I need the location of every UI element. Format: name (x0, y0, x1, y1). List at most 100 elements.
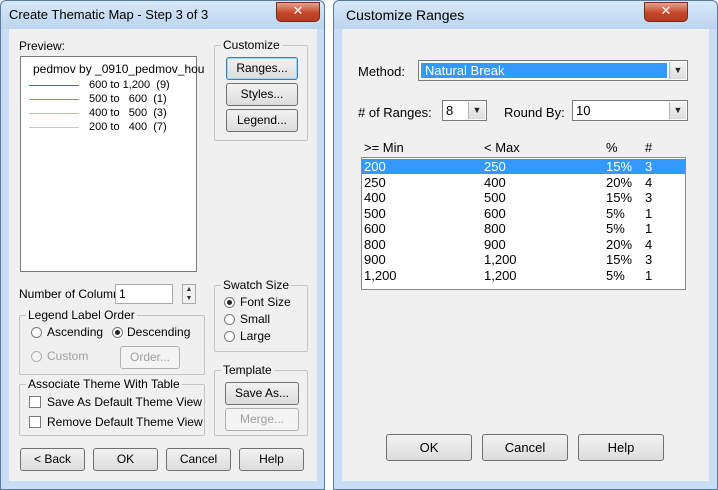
range-cell-count: 4 (645, 236, 653, 252)
range-cell-min: 900 (364, 252, 386, 267)
range-cell-count: 3 (645, 252, 653, 267)
num-ranges-combo[interactable]: 8 ▼ (442, 100, 487, 121)
legend-entry-label: 400 to 500 (3) (89, 107, 167, 119)
range-cell-max: 250 (484, 159, 506, 174)
large-radio[interactable] (224, 331, 235, 342)
range-cell-min: 400 (364, 190, 386, 205)
range-cell-pct: 20% (606, 174, 633, 190)
descending-radio[interactable] (112, 327, 123, 338)
spin-down-icon[interactable]: ▼ (183, 294, 195, 303)
range-row[interactable]: 200 250 15% 3 (362, 159, 685, 174)
preview-pane: pedmov by _0910_pedmov_hou 600 to 1,200 … (20, 56, 204, 272)
range-cell-pct: 5% (606, 205, 625, 221)
range-cell-max: 600 (484, 205, 506, 221)
chevron-down-icon[interactable]: ▼ (468, 102, 485, 119)
custom-label: Custom (47, 349, 89, 363)
method-combo[interactable]: Natural Break ▼ (418, 60, 688, 81)
dialog-title: Create Thematic Map - Step 3 of 3 (9, 7, 209, 22)
help-button[interactable]: Help (239, 448, 304, 471)
range-cell-count: 3 (645, 190, 653, 205)
cancel-button[interactable]: Cancel (166, 448, 231, 471)
round-by-combo[interactable]: 10 ▼ (572, 100, 688, 121)
small-radio[interactable] (224, 314, 235, 325)
columns-spinner[interactable]: ▲ ▼ (182, 284, 196, 304)
small-label: Small (240, 312, 271, 326)
range-row[interactable]: 600 800 5% 1 (362, 221, 685, 236)
range-cell-pct: 15% (606, 190, 633, 205)
range-cell-min: 200 (364, 159, 386, 174)
remove-default-label: Remove Default Theme View (47, 415, 203, 429)
range-row[interactable]: 900 1,200 15% 3 (362, 252, 685, 267)
dialog-body: Preview: pedmov by _0910_pedmov_hou 600 … (9, 29, 317, 481)
range-row[interactable]: 800 900 20% 4 (362, 237, 685, 252)
range-cell-count: 3 (645, 159, 653, 174)
range-row[interactable]: 1,200 1,200 5% 1 (362, 268, 685, 283)
legend-swatch-line (29, 85, 79, 86)
custom-radio[interactable] (31, 351, 42, 362)
save-default-checkbox[interactable] (29, 396, 41, 408)
chevron-down-icon[interactable]: ▼ (669, 62, 686, 79)
close-icon: ✕ (660, 4, 672, 19)
close-button[interactable]: ✕ (644, 2, 688, 22)
ok-button[interactable]: OK (93, 448, 158, 471)
ascending-radio[interactable] (31, 327, 42, 338)
chevron-down-icon[interactable]: ▼ (669, 102, 686, 119)
legend-entry-label: 200 to 400 (7) (89, 121, 167, 133)
title-bar: Customize Ranges ✕ (334, 1, 717, 29)
customize-group-title: Customize (221, 38, 282, 52)
order-button[interactable]: Order... (120, 346, 180, 369)
num-ranges-label: # of Ranges: (358, 105, 432, 120)
legend-swatch-line (29, 127, 79, 128)
range-cell-max: 500 (484, 190, 506, 205)
range-cell-pct: 15% (606, 159, 633, 174)
legend-swatch-line (29, 113, 79, 114)
swatch-size-title: Swatch Size (221, 278, 292, 292)
col-count-header: # (645, 140, 653, 155)
range-cell-min: 600 (364, 221, 386, 236)
range-row[interactable]: 500 600 5% 1 (362, 206, 685, 221)
save-as-button[interactable]: Save As... (225, 382, 299, 405)
ok-button[interactable]: OK (386, 434, 472, 461)
legend-button[interactable]: Legend... (226, 109, 298, 132)
col-pct-header: % (606, 140, 618, 155)
col-min-header: >= Min (364, 140, 404, 155)
customize-ranges-dialog: Customize Ranges ✕ Method: Natural Break… (333, 0, 718, 490)
remove-default-checkbox[interactable] (29, 416, 41, 428)
font-size-radio[interactable] (224, 297, 235, 308)
create-thematic-map-dialog: Create Thematic Map - Step 3 of 3 ✕ Prev… (0, 0, 325, 490)
range-cell-pct: 20% (606, 236, 633, 252)
columns-input[interactable]: 1 (115, 284, 173, 304)
round-by-value: 10 (576, 103, 591, 118)
range-cell-min: 800 (364, 236, 386, 252)
save-default-label: Save As Default Theme View (47, 395, 202, 409)
merge-button[interactable]: Merge... (225, 408, 299, 431)
round-by-label: Round By: (504, 105, 565, 120)
close-button[interactable]: ✕ (276, 2, 320, 22)
range-row[interactable]: 250 400 20% 4 (362, 175, 685, 190)
method-value: Natural Break (425, 63, 505, 78)
ranges-button[interactable]: Ranges... (226, 57, 298, 80)
range-row[interactable]: 400 500 15% 3 (362, 190, 685, 205)
range-cell-min: 250 (364, 174, 386, 190)
range-cell-min: 500 (364, 205, 386, 221)
title-bar: Create Thematic Map - Step 3 of 3 ✕ (1, 1, 324, 29)
back-button[interactable]: < Back (20, 448, 85, 471)
spin-up-icon[interactable]: ▲ (183, 285, 195, 294)
range-cell-max: 900 (484, 236, 506, 252)
ascending-label: Ascending (47, 325, 104, 339)
font-size-label: Font Size (240, 295, 291, 309)
template-title: Template (221, 363, 274, 377)
ranges-list[interactable]: 200 250 15% 3 250 400 20% 4 400 500 15% 3 500 600 5% 1 6… (361, 157, 686, 290)
dialog-title: Customize Ranges (346, 7, 465, 23)
help-button[interactable]: Help (578, 434, 664, 461)
columns-label: Number of Columns: (19, 287, 130, 301)
close-icon: ✕ (292, 4, 304, 19)
range-cell-count: 1 (645, 267, 653, 283)
legend-entry-label: 600 to 1,200 (9) (89, 79, 170, 91)
range-cell-count: 4 (645, 174, 653, 190)
styles-button[interactable]: Styles... (226, 83, 298, 106)
range-cell-max: 1,200 (484, 267, 517, 283)
cancel-button[interactable]: Cancel (482, 434, 568, 461)
range-cell-min: 1,200 (364, 267, 397, 283)
preview-map-title: pedmov by _0910_pedmov_hou (33, 62, 205, 76)
